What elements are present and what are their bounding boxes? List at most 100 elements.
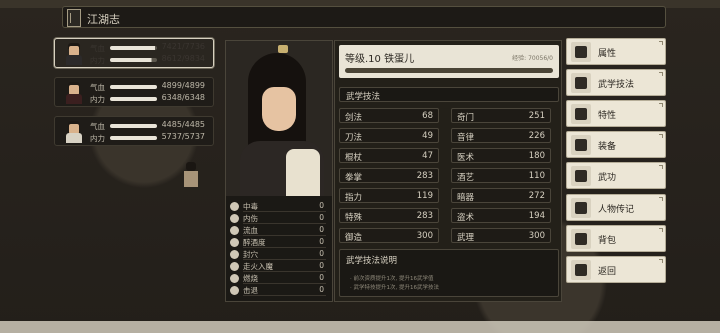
level-title: 等级.10 铁蛋儿 [345, 54, 415, 65]
skill-cell[interactable]: 特殊 283 [339, 208, 439, 223]
skill-value: 68 [422, 111, 433, 121]
menu-label: 人物传记 [598, 205, 635, 215]
skill-value: 194 [528, 211, 545, 221]
hp-label: 气血 [90, 83, 105, 92]
bag-icon [571, 229, 591, 249]
menu-kungfu[interactable]: 武功 [566, 162, 666, 189]
mp-value: 6348/6348 [161, 93, 205, 102]
mp-label: 内力 [90, 95, 105, 104]
skill-name: 拳掌 [345, 173, 363, 183]
skill-cell[interactable]: 武理 300 [451, 228, 551, 243]
avatar [63, 81, 85, 105]
skill-value: 226 [528, 131, 545, 141]
bottom-strip [0, 321, 720, 333]
status-row: 燃烧 0 [230, 273, 330, 284]
poison-icon [230, 202, 239, 211]
hp-value: 7421/7736 [161, 42, 205, 51]
menu-biography[interactable]: 人物传记 [566, 194, 666, 221]
avatar [63, 42, 85, 66]
skill-cell[interactable]: 盗术 194 [451, 208, 551, 223]
skill-cell[interactable]: 拳掌 283 [339, 168, 439, 183]
book-icon[interactable] [67, 9, 81, 27]
skill-cell[interactable]: 御造 300 [339, 228, 439, 243]
hp-bar [110, 85, 157, 89]
skill-name: 医术 [457, 153, 475, 163]
hp-label: 气血 [90, 44, 105, 53]
skill-value: 283 [416, 171, 433, 181]
skill-cell[interactable]: 棍杖 47 [339, 148, 439, 163]
martial-skill-icon [571, 73, 591, 93]
skill-name: 特殊 [345, 213, 363, 223]
hp-bar [110, 124, 157, 128]
exp-bar [345, 68, 553, 73]
description-title: 武学技法说明 [346, 256, 398, 266]
party-member-3[interactable]: 气血 4485/4485 内力 5737/5737 [54, 116, 214, 146]
party-member-1[interactable]: 气血 7421/7736 内力 8612/9834 [54, 38, 214, 68]
skill-cell[interactable]: 音律 226 [451, 128, 551, 143]
skill-cell[interactable]: 医术 180 [451, 148, 551, 163]
mp-bar [110, 58, 157, 62]
skills-description: 武学技法说明 · 前次资质提升1次, 提升16武学值 · 武学特技提升1次, 提… [339, 249, 559, 297]
section-title: 武学技法 [346, 92, 381, 102]
skill-name: 御造 [345, 233, 363, 243]
mp-label: 内力 [90, 134, 105, 143]
skill-value: 251 [528, 111, 545, 121]
hp-bar [110, 46, 157, 50]
attribute-icon [571, 42, 591, 62]
drunk-icon [230, 238, 239, 247]
skill-value: 49 [422, 131, 433, 141]
skill-value: 283 [416, 211, 433, 221]
mp-label: 内力 [90, 56, 105, 65]
skill-name: 酒艺 [457, 173, 475, 183]
skill-cell[interactable]: 指力 119 [339, 188, 439, 203]
skill-name: 指力 [345, 193, 363, 203]
skill-cell[interactable]: 暗器 272 [451, 188, 551, 203]
skill-value: 119 [416, 191, 433, 201]
page-title: 江湖志 [87, 13, 120, 26]
level-box: 等级.10 铁蛋儿 经验: 70056/0 [339, 45, 559, 78]
status-row: 中毒 0 [230, 201, 330, 212]
menu-label: 武功 [598, 173, 617, 183]
skill-value: 272 [528, 191, 545, 201]
skill-name: 剑法 [345, 113, 363, 123]
skills-section-header: 武学技法 [339, 87, 559, 102]
qi-deviation-icon [230, 262, 239, 271]
status-value: 0 [319, 201, 324, 210]
skill-name: 武理 [457, 233, 475, 243]
skill-cell[interactable]: 刀法 49 [339, 128, 439, 143]
hp-value: 4899/4899 [161, 81, 205, 90]
skill-value: 180 [528, 151, 545, 161]
burning-icon [230, 274, 239, 283]
menu-martial-skills[interactable]: 武学技法 [566, 69, 666, 96]
party-member-2[interactable]: 气血 4899/4899 内力 6348/6348 [54, 77, 214, 107]
status-row: 内伤 0 [230, 213, 330, 224]
menu-bag[interactable]: 背包 [566, 225, 666, 252]
internal-injury-icon [230, 214, 239, 223]
menu-equipment[interactable]: 装备 [566, 131, 666, 158]
skill-cell[interactable]: 奇门 251 [451, 108, 551, 123]
title-bar: 江湖志 [62, 6, 666, 28]
skill-cell[interactable]: 剑法 68 [339, 108, 439, 123]
scroll-icon [571, 166, 591, 186]
status-row: 击退 0 [230, 285, 330, 296]
menu-attributes[interactable]: 属性 [566, 38, 666, 65]
skill-value: 110 [528, 171, 545, 181]
menu-traits[interactable]: 特性 [566, 100, 666, 127]
knockback-icon [230, 286, 239, 295]
hp-value: 4485/4485 [161, 120, 205, 129]
status-row: 走火入魔 0 [230, 261, 330, 272]
status-value: 0 [319, 225, 324, 234]
bleeding-icon [230, 226, 239, 235]
skill-cell[interactable]: 酒艺 110 [451, 168, 551, 183]
status-value: 0 [319, 285, 324, 294]
trait-icon [571, 104, 591, 124]
menu-label: 背包 [598, 236, 617, 246]
skill-value: 300 [528, 231, 545, 241]
menu-return[interactable]: 返回 [566, 256, 666, 283]
portrait-panel: 中毒 0 内伤 0 流血 0 醉酒度 0 封穴 0 走火入魔 0 燃烧 0 击退… [225, 40, 333, 302]
menu-label: 属性 [598, 49, 617, 59]
sealed-acupoint-icon [230, 250, 239, 259]
skill-name: 刀法 [345, 133, 363, 143]
skill-value: 47 [422, 151, 433, 161]
description-line: · 前次资质提升1次, 提升16武学值 [350, 276, 434, 282]
